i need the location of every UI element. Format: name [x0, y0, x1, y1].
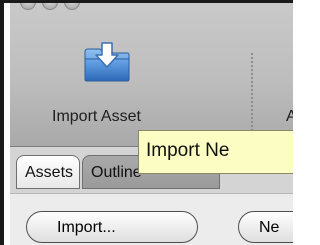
tooltip: Import Ne: [138, 130, 293, 174]
folder-import-icon[interactable]: [82, 39, 132, 83]
frame-left-border: [0, 0, 4, 245]
toolbar-separator: [251, 53, 253, 131]
screenshot-root: Import Asset A Outline Assets Import... …: [0, 0, 293, 245]
toolbar: Import Asset A: [10, 3, 293, 147]
tab-assets[interactable]: Assets: [16, 155, 80, 189]
close-window-button[interactable]: [20, 3, 36, 10]
app-window: Import Asset A Outline Assets Import... …: [10, 3, 293, 245]
import-button[interactable]: Import...: [26, 211, 198, 243]
minimize-window-button[interactable]: [42, 3, 58, 10]
assets-panel: Import... Ne: [10, 193, 293, 245]
next-toolbar-item-label[interactable]: A: [286, 108, 293, 126]
new-button[interactable]: Ne: [238, 211, 293, 243]
zoom-window-button[interactable]: [64, 3, 80, 10]
import-asset-label[interactable]: Import Asset: [52, 108, 141, 126]
